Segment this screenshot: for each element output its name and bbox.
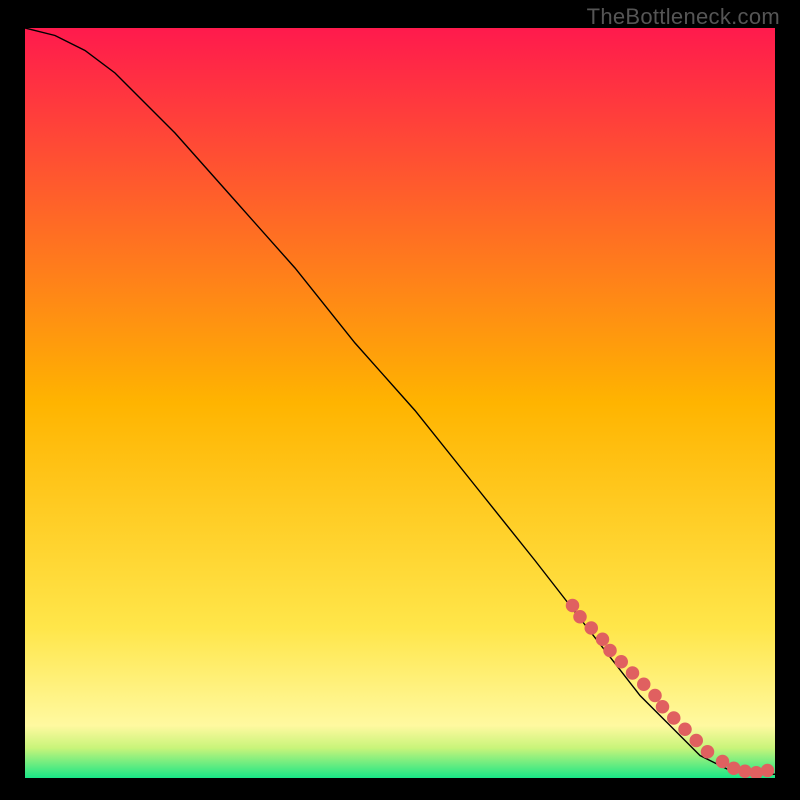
scatter-dot bbox=[678, 723, 692, 737]
scatter-dot bbox=[761, 764, 775, 778]
scatter-dot bbox=[626, 666, 640, 680]
chart-plot bbox=[25, 28, 775, 778]
watermark-text: TheBottleneck.com bbox=[587, 4, 780, 30]
scatter-dot bbox=[566, 599, 580, 613]
scatter-dot bbox=[701, 745, 715, 759]
scatter-dot bbox=[656, 700, 670, 714]
scatter-dot bbox=[573, 610, 587, 624]
chart-frame: TheBottleneck.com bbox=[0, 0, 800, 800]
scatter-dot bbox=[690, 734, 704, 748]
scatter-dot bbox=[596, 633, 610, 647]
scatter-dot bbox=[585, 621, 599, 635]
plot-background bbox=[25, 28, 775, 778]
scatter-dot bbox=[667, 711, 681, 725]
scatter-dot bbox=[603, 644, 617, 658]
scatter-dot bbox=[637, 678, 651, 692]
scatter-dot bbox=[716, 755, 730, 769]
scatter-dot bbox=[648, 689, 662, 703]
scatter-dot bbox=[615, 655, 629, 669]
